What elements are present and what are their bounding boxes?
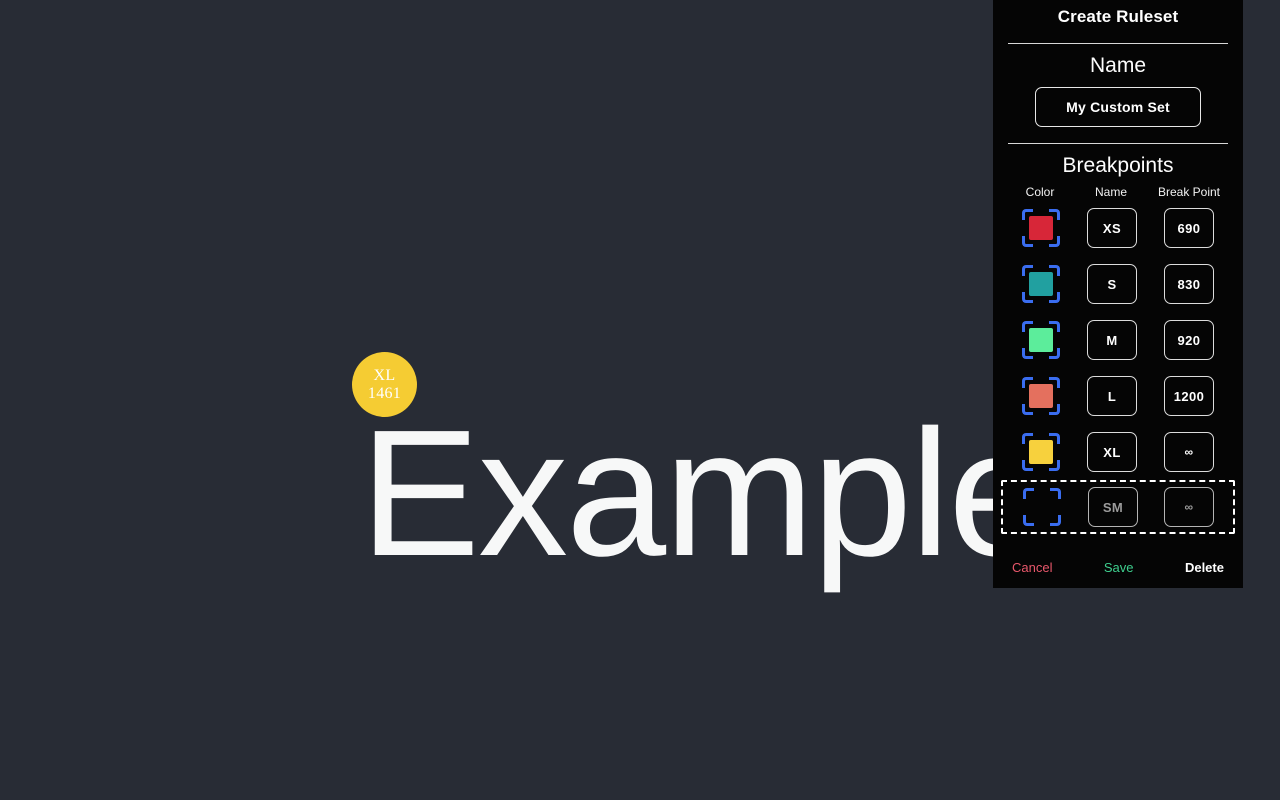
selection-corner-icon [1022, 433, 1033, 444]
breakpoint-value-cell [1151, 208, 1227, 248]
name-section-label: Name [1089, 54, 1147, 77]
breakpoint-row[interactable] [1001, 312, 1235, 368]
breakpoint-value-cell [1151, 432, 1227, 472]
color-swatch-selector-icon[interactable] [1022, 433, 1060, 471]
breakpoint-name-input-2[interactable] [1087, 320, 1137, 360]
breakpoint-value-cell [1151, 264, 1227, 304]
divider-top [1008, 43, 1228, 44]
breakpoint-name-cell [1073, 432, 1151, 472]
column-header-name: Name [1094, 185, 1127, 199]
panel-footer: Cancel Save Delete [1001, 560, 1235, 588]
selection-corner-icon [1049, 460, 1060, 471]
breakpoint-name-input-0[interactable] [1087, 208, 1137, 248]
selection-corner-icon [1022, 404, 1033, 415]
breakpoint-value-cell [1151, 320, 1227, 360]
breakpoint-name-input-1[interactable] [1087, 264, 1137, 304]
breakpoint-value-cell [1151, 376, 1227, 416]
selection-corner-icon [1049, 236, 1060, 247]
selection-corner-icon [1022, 321, 1033, 332]
selection-corner-icon [1049, 292, 1060, 303]
breakpoint-value-input-3[interactable] [1164, 376, 1214, 416]
selection-corner-icon [1022, 348, 1033, 359]
divider-middle [1008, 143, 1228, 144]
selection-corner-icon [1050, 488, 1061, 499]
breakpoint-color-cell [1009, 433, 1073, 471]
breakpoint-value-cell [1152, 487, 1226, 527]
delete-button[interactable]: Delete [1185, 560, 1224, 575]
column-header-color: Color [1025, 185, 1055, 199]
selection-corner-icon [1049, 404, 1060, 415]
selection-corner-icon [1049, 265, 1060, 276]
breakpoint-row[interactable] [1001, 256, 1235, 312]
breakpoint-name-cell [1073, 376, 1151, 416]
preview-heading: Example [360, 393, 1048, 594]
selection-corner-icon [1023, 488, 1034, 499]
breakpoint-name-cell [1074, 487, 1152, 527]
selection-corner-icon [1022, 292, 1033, 303]
selection-corner-icon [1049, 321, 1060, 332]
breakpoint-color-cell [1009, 209, 1073, 247]
selection-corner-icon [1022, 460, 1033, 471]
breakpoint-rows [1001, 200, 1235, 534]
color-swatch-selector-icon[interactable] [1022, 377, 1060, 415]
breakpoint-value-input-1[interactable] [1164, 264, 1214, 304]
ruleset-name-input[interactable] [1035, 87, 1201, 127]
breakpoint-color-cell [1009, 265, 1073, 303]
breakpoint-row-new[interactable] [1001, 480, 1235, 534]
create-ruleset-panel: Create Ruleset Name Breakpoints Color Na… [993, 0, 1243, 588]
save-button[interactable]: Save [1104, 560, 1134, 575]
selection-corner-icon [1049, 377, 1060, 388]
name-input-wrapper [1001, 87, 1235, 127]
color-swatch-selector-icon[interactable] [1023, 488, 1061, 526]
breakpoint-value-input-2[interactable] [1164, 320, 1214, 360]
cancel-button[interactable]: Cancel [1012, 560, 1052, 575]
breakpoint-name-cell [1073, 320, 1151, 360]
column-header-breakpoint: Break Point [1157, 185, 1221, 199]
selection-corner-icon [1022, 209, 1033, 220]
color-swatch-selector-icon[interactable] [1022, 209, 1060, 247]
breakpoint-name-input-4[interactable] [1087, 432, 1137, 472]
color-swatch-selector-icon[interactable] [1022, 265, 1060, 303]
breakpoint-name-cell [1073, 264, 1151, 304]
panel-title: Create Ruleset [1057, 7, 1179, 26]
color-swatch-selector-icon[interactable] [1022, 321, 1060, 359]
breakpoint-value-input-0[interactable] [1164, 208, 1214, 248]
selection-corner-icon [1049, 433, 1060, 444]
selection-corner-icon [1022, 265, 1033, 276]
breakpoint-row[interactable] [1001, 368, 1235, 424]
breakpoints-column-headers: Color Name Break Point [1001, 185, 1235, 199]
breakpoint-color-cell [1010, 488, 1074, 526]
breakpoint-color-cell [1009, 377, 1073, 415]
breakpoint-name-input-5[interactable] [1088, 487, 1138, 527]
breakpoint-name-input-3[interactable] [1087, 376, 1137, 416]
selection-corner-icon [1049, 348, 1060, 359]
selection-corner-icon [1050, 515, 1061, 526]
selection-corner-icon [1049, 209, 1060, 220]
breakpoint-color-cell [1009, 321, 1073, 359]
breakpoint-value-input-5[interactable] [1164, 487, 1214, 527]
breakpoint-name-cell [1073, 208, 1151, 248]
selection-corner-icon [1022, 236, 1033, 247]
breakpoint-row[interactable] [1001, 424, 1235, 480]
preview-stage: XL 1461 Example [0, 0, 1048, 800]
breakpoint-badge-label: XL [373, 366, 396, 384]
breakpoint-value-input-4[interactable] [1164, 432, 1214, 472]
selection-corner-icon [1022, 377, 1033, 388]
selection-corner-icon [1023, 515, 1034, 526]
breakpoints-section-label: Breakpoints [1062, 154, 1174, 177]
breakpoint-row[interactable] [1001, 200, 1235, 256]
